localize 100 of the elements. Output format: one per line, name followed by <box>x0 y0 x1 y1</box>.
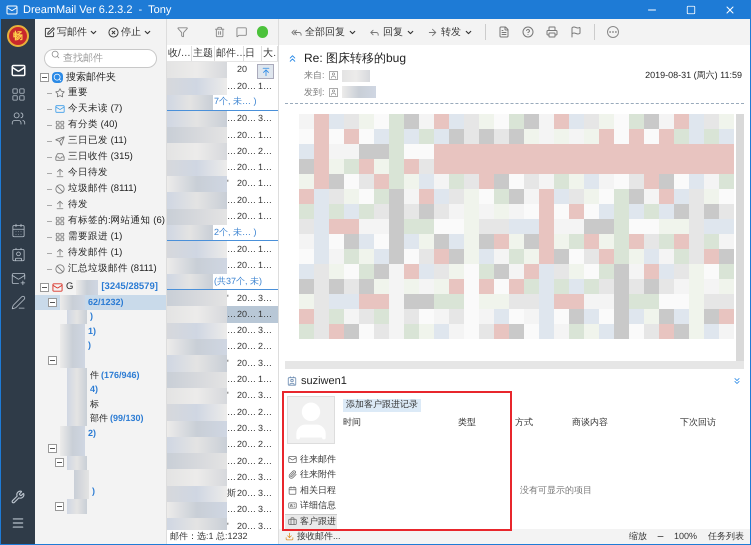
send-icon[interactable] <box>10 271 26 286</box>
help-icon[interactable] <box>522 26 534 38</box>
collapse-icon[interactable] <box>48 298 57 307</box>
contact-menu-item[interactable]: 详细信息 <box>285 498 337 514</box>
folder-label[interactable]: 搜索邮件夹 <box>66 70 116 84</box>
folder-label[interactable]: 待发邮件 (1) <box>68 246 122 260</box>
group-header[interactable]: 7个, 未… ) <box>213 95 257 109</box>
group-header[interactable]: 2个, 未… ) <box>213 226 257 240</box>
mail-row[interactable]: …20… 1… <box>167 306 278 323</box>
mail-row[interactable]: ' 20… 3… <box>167 290 278 306</box>
mail-row[interactable]: …20… 3… <box>167 469 278 486</box>
mail-row[interactable]: …20… 1… <box>167 241 278 258</box>
more-icon[interactable] <box>607 26 619 38</box>
mail-row[interactable]: ' 20… 3… <box>167 355 278 372</box>
mail-row[interactable]: …20… 1… <box>167 208 278 225</box>
column-header[interactable]: 方式 <box>515 416 572 429</box>
contact-menu-item[interactable]: 往来附件 <box>285 467 337 482</box>
folder-item[interactable]: 4) <box>35 382 166 398</box>
column-header[interactable]: 大. <box>262 46 278 60</box>
pin-to-top-button[interactable] <box>257 64 274 79</box>
folder-label[interactable]: 待发 <box>68 198 88 212</box>
folder-item[interactable]: ) <box>35 310 166 324</box>
mail-row[interactable]: 斯20… 3… <box>167 486 278 502</box>
folder-label[interactable]: 需要跟进 (1) <box>68 230 122 244</box>
compose-button[interactable]: 写邮件 <box>44 24 98 40</box>
delete-icon[interactable] <box>214 26 226 38</box>
mail-row[interactable]: …20… 1… <box>167 192 278 209</box>
menu-icon[interactable] <box>11 516 25 530</box>
folder-label[interactable]: 重要 <box>68 86 88 100</box>
reply-button[interactable]: 回复 <box>369 24 415 40</box>
contact-menu-item[interactable]: 往来邮件 <box>285 452 337 467</box>
mail-row[interactable]: ' 20… 3… <box>167 518 278 530</box>
collapse-icon[interactable] <box>48 444 57 453</box>
folder-item[interactable]: ) <box>35 484 166 500</box>
mail-row[interactable]: …20… 3… <box>167 322 278 340</box>
print-icon[interactable] <box>546 26 558 38</box>
collapse-icon[interactable] <box>55 458 64 468</box>
contact-menu-item[interactable]: 相关日程 <box>285 482 337 498</box>
flag-icon[interactable] <box>570 26 582 38</box>
mail-row[interactable]: …20… 1… <box>167 258 278 274</box>
folder-label[interactable]: 垃圾邮件 (8111) <box>68 182 137 196</box>
mail-row[interactable]: …20… 3… <box>167 110 278 128</box>
folder-item[interactable]: 部件 (99/130) <box>35 412 166 426</box>
mail-row[interactable]: …20… 1… <box>167 372 278 388</box>
contacts-icon[interactable] <box>10 111 26 126</box>
folder-label[interactable]: 今日待发 <box>68 166 108 180</box>
column-header[interactable]: 邮件… <box>215 46 244 60</box>
chat-icon[interactable] <box>236 26 247 38</box>
column-header[interactable]: 时间 <box>343 416 458 429</box>
column-header[interactable]: 日 <box>244 46 262 60</box>
mail-row[interactable]: …20… 1… <box>167 160 278 176</box>
folder-label[interactable]: 三日已发 (11) <box>68 134 127 148</box>
mail-row[interactable]: ' 20… 3… <box>167 388 278 404</box>
collapse-icon[interactable] <box>48 356 57 366</box>
collapse-icon[interactable] <box>55 502 64 512</box>
task-list-link[interactable]: 任务列表 <box>708 530 744 544</box>
scrollbar[interactable] <box>736 114 744 361</box>
reply-all-button[interactable]: 全部回复 <box>291 24 357 40</box>
group-header[interactable]: (共37个, 未) <box>213 274 262 288</box>
grid-icon[interactable] <box>10 87 26 102</box>
mail-row[interactable]: …20… 1… <box>167 78 278 95</box>
stop-button[interactable]: 停止 <box>108 24 152 40</box>
folder-item[interactable]: 1) <box>35 324 166 339</box>
folder-item[interactable]: 标 <box>35 397 166 412</box>
mail-row[interactable]: …20… 2… <box>167 436 278 454</box>
column-header[interactable]: 商谈内容 <box>572 416 680 429</box>
text-format-icon[interactable] <box>498 26 510 38</box>
column-header[interactable]: 收/… <box>167 46 192 60</box>
column-header[interactable]: 类型 <box>458 416 515 429</box>
mail-row[interactable]: …20… 2… <box>167 453 278 470</box>
folder-item[interactable]: ) <box>35 338 166 354</box>
folder-item[interactable]: 件 (176/946) <box>35 368 166 383</box>
folder-item[interactable]: 2) <box>35 426 166 441</box>
calendar-icon[interactable] <box>10 223 26 238</box>
mail-row[interactable]: …20… 2… <box>167 404 278 421</box>
account-label[interactable]: G <box>66 280 74 295</box>
forward-button[interactable]: 转发 <box>427 24 473 40</box>
expand-panel-icon[interactable] <box>732 376 742 386</box>
column-header[interactable]: 主题 <box>192 46 215 60</box>
mail-row[interactable]: 20 <box>167 62 278 78</box>
search-field[interactable]: 查找邮件 <box>44 49 157 68</box>
mail-icon[interactable] <box>10 63 26 78</box>
filter-icon[interactable] <box>177 26 188 38</box>
add-follow-up-button[interactable]: 添加客户跟进记录 <box>343 398 421 412</box>
horizontal-scrollbar[interactable] <box>285 361 744 369</box>
collapse-icon[interactable] <box>40 72 49 82</box>
collapse-header-icon[interactable] <box>287 52 298 64</box>
contact-menu-item[interactable]: 客户跟进 <box>285 514 337 529</box>
maximize-icon[interactable] <box>686 5 696 15</box>
column-header[interactable]: 下次回访 <box>680 416 742 429</box>
mail-row[interactable]: …20… 1… <box>167 127 278 144</box>
folder-label[interactable]: 有分类 (40) <box>68 118 118 132</box>
folder-label[interactable]: 今天未读 (7) <box>68 102 122 116</box>
pen-icon[interactable] <box>10 295 26 310</box>
close-icon[interactable] <box>724 4 736 16</box>
folder-label[interactable]: 汇总垃圾邮件 (8111) <box>68 262 157 276</box>
card-icon[interactable] <box>10 247 26 262</box>
settings-icon[interactable] <box>11 490 25 504</box>
mail-row[interactable]: …20… 2… <box>167 339 278 356</box>
mail-row[interactable]: …20… 2… <box>167 143 278 160</box>
